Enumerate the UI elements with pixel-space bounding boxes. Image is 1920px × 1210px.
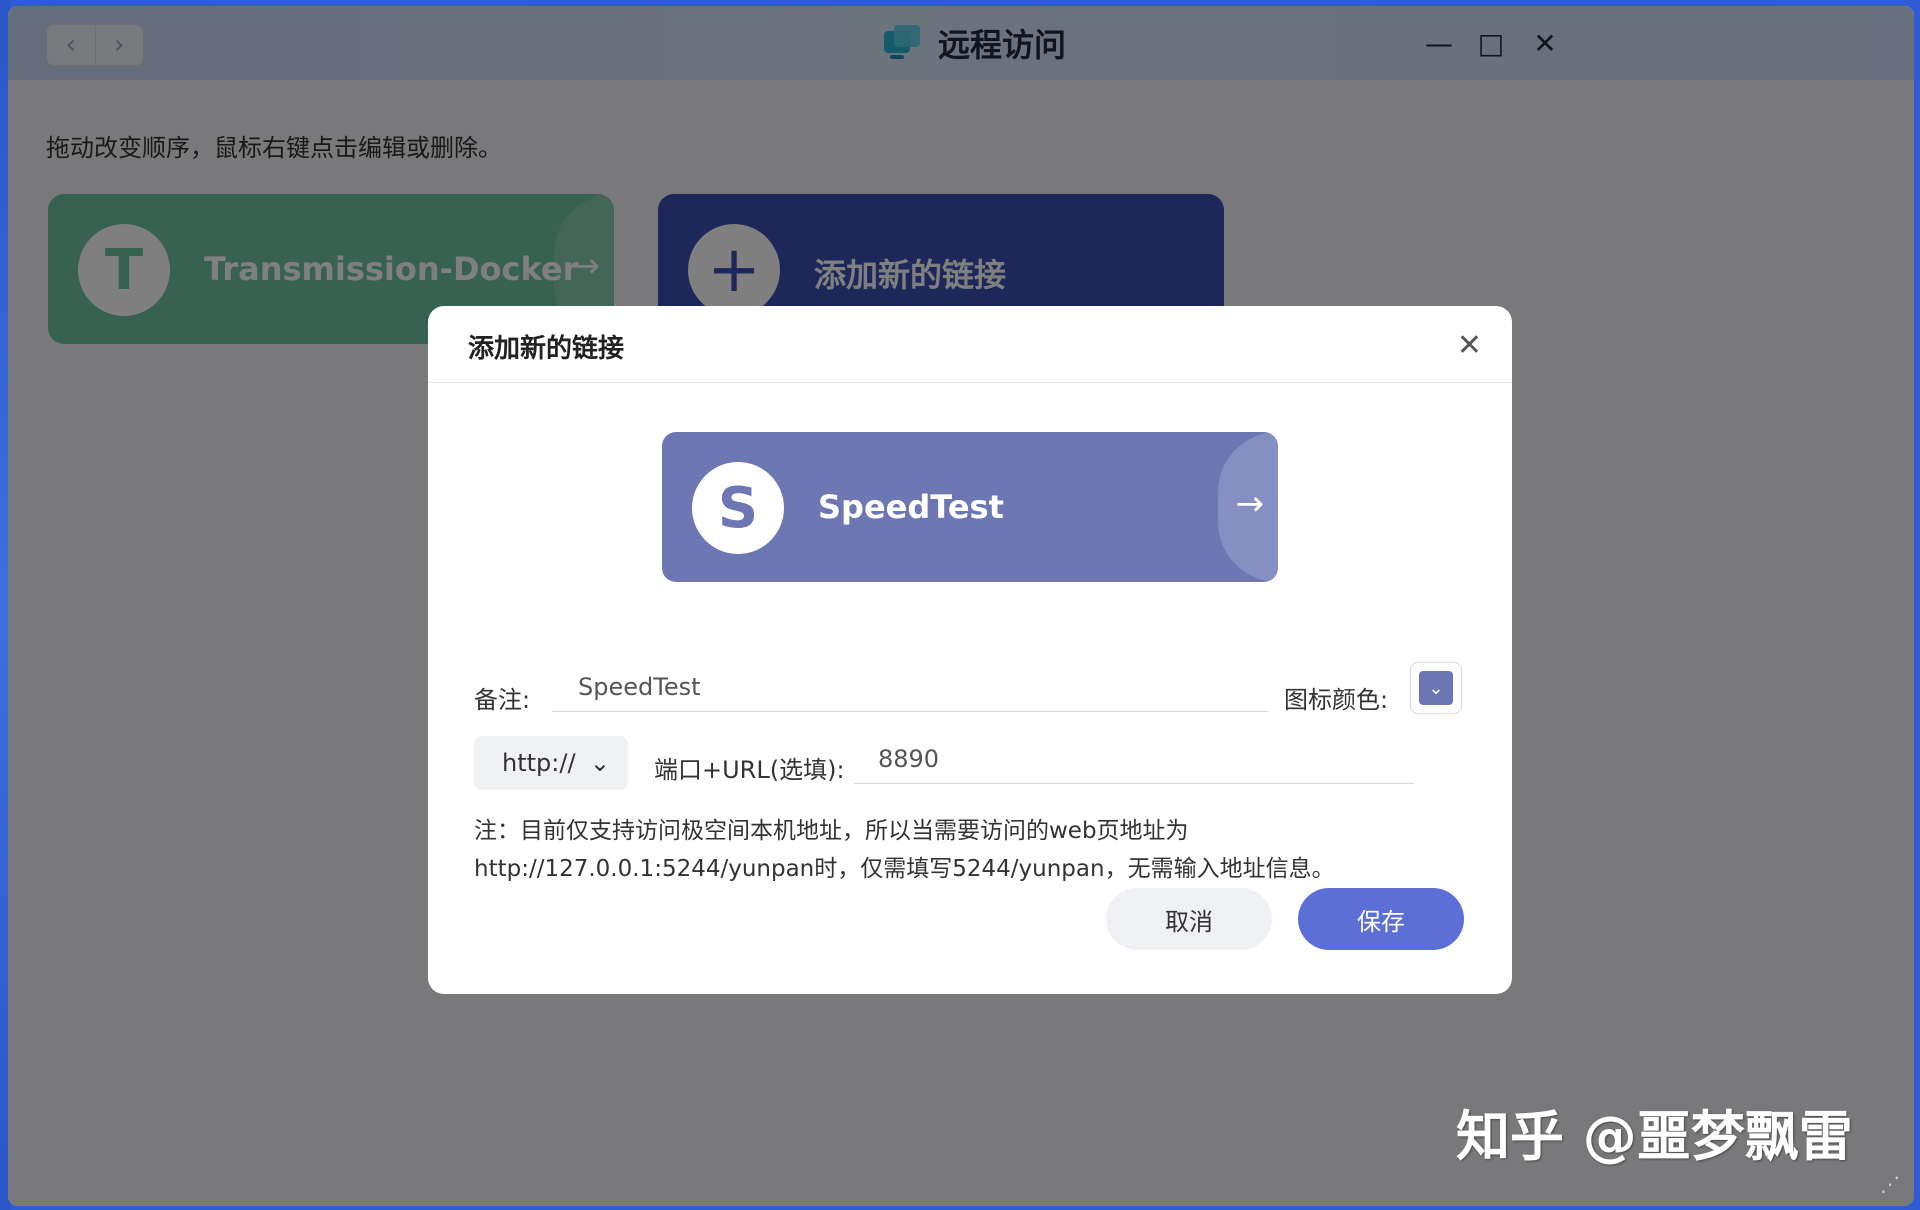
chevron-down-icon: ⌄: [589, 749, 610, 777]
remark-input[interactable]: SpeedTest: [552, 662, 1268, 712]
icon-color-row: 图标颜色:: [1284, 680, 1388, 715]
dialog-header: 添加新的链接 ✕: [428, 306, 1512, 383]
close-icon: ✕: [1456, 328, 1482, 363]
icon-color-picker[interactable]: ⌄: [1410, 662, 1462, 714]
dialog-title: 添加新的链接: [468, 334, 625, 364]
protocol-select[interactable]: http:// ⌄: [474, 736, 628, 790]
arrow-right-icon: →: [1235, 484, 1265, 524]
resize-grip-icon[interactable]: ⋰: [1880, 1172, 1900, 1196]
tile-label: SpeedTest: [818, 488, 1004, 526]
remark-row: 备注:: [474, 680, 530, 715]
add-link-dialog: 添加新的链接 ✕ S SpeedTest → 备注: SpeedTest 图标颜…: [428, 306, 1512, 994]
icon-color-label: 图标颜色:: [1284, 686, 1389, 714]
protocol-value: http://: [502, 749, 576, 777]
cancel-button[interactable]: 取消: [1106, 888, 1272, 950]
port-row: 端口+URL(选填):: [654, 750, 845, 785]
link-preview-tile: S SpeedTest →: [662, 432, 1278, 582]
remark-label: 备注:: [474, 686, 531, 714]
dialog-close-button[interactable]: ✕: [1457, 328, 1482, 363]
port-url-input[interactable]: 8890: [854, 734, 1414, 784]
chevron-down-icon: ⌄: [1419, 671, 1453, 705]
port-url-label: 端口+URL(选填):: [654, 756, 845, 784]
save-button[interactable]: 保存: [1298, 888, 1464, 950]
watermark-text: 知乎 @噩梦飘雷: [1456, 1105, 1853, 1168]
app-window: ‹ › 远程访问 — □ ✕ 拖动改变顺序，鼠标右键点击编辑或删除。 T Tra…: [8, 6, 1914, 1206]
tile-letter-avatar: S: [692, 462, 784, 554]
note-text: 注：目前仅支持访问极空间本机地址，所以当需要访问的web页地址为http://1…: [474, 818, 1335, 882]
